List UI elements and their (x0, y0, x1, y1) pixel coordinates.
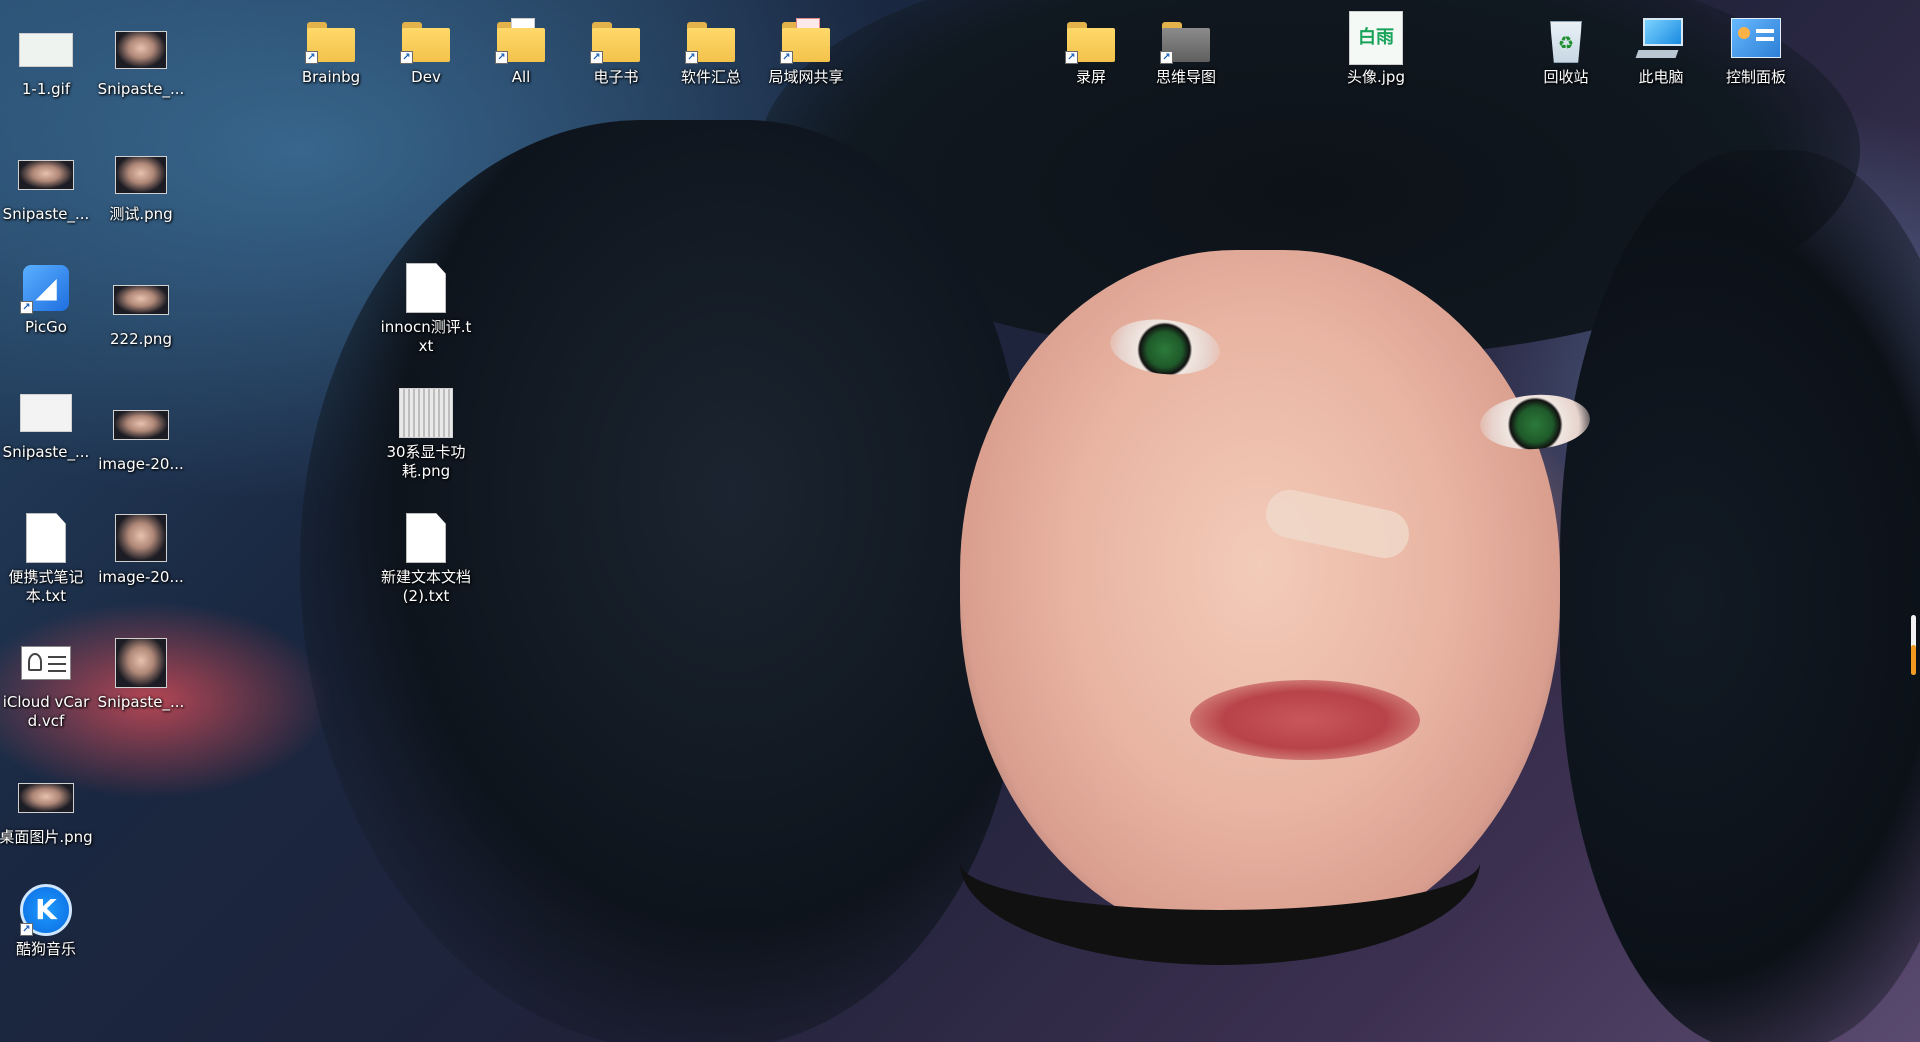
desktop-icon-test-png[interactable]: 测试.png (94, 147, 188, 224)
desktop-icon-1-1-gif[interactable]: 1-1.gif (0, 22, 93, 99)
image-thumbnail-icon (115, 638, 167, 688)
shortcut-arrow-icon: ↗ (685, 51, 698, 64)
desktop-icon-label: 此电脑 (1638, 68, 1684, 86)
wallpaper-shape (960, 760, 1480, 965)
image-thumbnail-icon: 白雨 (1349, 11, 1403, 65)
desktop-icon-new-text-doc[interactable]: 新建文本文档 (2).txt (379, 510, 473, 606)
image-thumbnail-icon (113, 285, 169, 315)
desktop-icon-control-panel[interactable]: 控制面板 (1709, 10, 1803, 87)
desktop-icon-label: Snipaste_... (2, 205, 90, 223)
desktop-icon-lan-share[interactable]: ↗ 局域网共享 (759, 10, 853, 87)
desktop-icon-label: 局域网共享 (768, 68, 844, 86)
desktop-icon-label: 桌面图片.png (0, 828, 93, 846)
desktop-icon-label: Snipaste_... (97, 80, 185, 98)
desktop-icon-label: 新建文本文档 (2).txt (380, 568, 471, 605)
gif-image-icon (19, 33, 73, 67)
shortcut-arrow-icon: ↗ (400, 51, 413, 64)
image-thumbnail-icon (18, 160, 74, 190)
shortcut-arrow-icon: ↗ (1160, 51, 1173, 64)
desktop-icon-mind-map[interactable]: ↗ 思维导图 (1139, 10, 1233, 87)
desktop-icon-label: 1-1.gif (21, 80, 71, 98)
desktop-icon-label: Snipaste_... (97, 693, 185, 711)
desktop-icon-label: Dev (411, 68, 441, 86)
wallpaper-shape (1261, 485, 1414, 563)
document-thumbnail-icon (20, 394, 72, 432)
image-thumbnail-icon (18, 783, 74, 813)
desktop-icon-snipaste-1[interactable]: Snipaste_... (94, 22, 188, 99)
desktop-icon-icloud-vcard[interactable]: iCloud vCard.vcf (0, 635, 93, 731)
desktop-icon-label: image-20... (98, 568, 184, 586)
desktop-icon-notebook-txt[interactable]: 便携式笔记本.txt (0, 510, 93, 606)
desktop-icon-desktop-png[interactable]: 桌面图片.png (0, 770, 93, 847)
desktop-icon-label: 222.png (110, 330, 172, 348)
desktop-icon-label: 思维导图 (1155, 68, 1216, 86)
edge-scroll-indicator[interactable] (1911, 615, 1916, 675)
desktop-icon-label: 酷狗音乐 (15, 940, 76, 958)
image-thumbnail-icon (115, 156, 167, 194)
wallpaper-shape (1478, 391, 1592, 453)
desktop-icon-recycle-bin[interactable]: ♻ 回收站 (1519, 10, 1613, 87)
desktop-icon-snipaste-4[interactable]: Snipaste_... (94, 635, 188, 712)
shortcut-arrow-icon: ↗ (590, 51, 603, 64)
this-pc-icon (1635, 14, 1687, 62)
desktop-icon-snipaste-3[interactable]: Snipaste_... (0, 385, 93, 462)
desktop-icon-screen-record[interactable]: ↗ 录屏 (1044, 10, 1138, 87)
wallpaper-shape (1190, 680, 1420, 760)
text-file-icon (26, 513, 66, 563)
desktop-icon-label: 录屏 (1075, 68, 1106, 86)
shortcut-arrow-icon: ↗ (20, 301, 33, 314)
shortcut-arrow-icon: ↗ (1065, 51, 1078, 64)
recycle-bin-icon: ♻ (1544, 13, 1588, 63)
desktop-icon-label: Snipaste_... (2, 443, 90, 461)
vcard-icon (21, 646, 71, 680)
desktop-icon-label: 控制面板 (1725, 68, 1786, 86)
desktop-icon-label: 便携式笔记本.txt (8, 568, 84, 605)
desktop-icon-label: All (511, 68, 531, 86)
shortcut-arrow-icon: ↗ (780, 51, 793, 64)
desktop-icon-image-20-2[interactable]: image-20... (94, 510, 188, 587)
desktop-icon-picgo[interactable]: ◢ ↗ PicGo (0, 260, 93, 337)
shortcut-arrow-icon: ↗ (495, 51, 508, 64)
desktop-icon-snipaste-2[interactable]: Snipaste_... (0, 147, 93, 224)
desktop-icon-label: 软件汇总 (680, 68, 741, 86)
desktop-icon-kugou[interactable]: K ↗ 酷狗音乐 (0, 882, 93, 959)
wallpaper-shape (1560, 150, 1920, 1042)
desktop-icon-innocn-txt[interactable]: innocn测评.txt (379, 260, 473, 356)
desktop-icon-222-png[interactable]: 222.png (94, 272, 188, 349)
desktop-icon-label: 回收站 (1543, 68, 1589, 86)
desktop-icon-label: 头像.jpg (1347, 68, 1405, 86)
wallpaper-shape (1107, 314, 1223, 380)
desktop-icon-label: PicGo (25, 318, 67, 336)
desktop-icon-label: 30系显卡功耗.png (386, 443, 466, 480)
desktop-icon-this-pc[interactable]: 此电脑 (1614, 10, 1708, 87)
desktop-icon-label: innocn测评.txt (380, 318, 472, 355)
text-file-icon (406, 263, 446, 313)
desktop-icon-brainbg[interactable]: ↗ Brainbg (284, 10, 378, 87)
image-thumbnail-icon (399, 388, 453, 438)
desktop-icon-label: Brainbg (301, 68, 361, 86)
control-panel-icon (1731, 18, 1781, 58)
wallpaper-shape (960, 250, 1560, 950)
desktop-icon-software[interactable]: ↗ 软件汇总 (664, 10, 758, 87)
desktop-icon-label: iCloud vCard.vcf (2, 693, 90, 730)
image-thumbnail-icon (113, 410, 169, 440)
desktop-icon-label: 电子书 (593, 68, 639, 86)
desktop-icon-avatar-jpg[interactable]: 白雨 头像.jpg (1329, 10, 1423, 87)
desktop-icon-all[interactable]: ↗ All (474, 10, 568, 87)
desktop-icon-gpu-power-png[interactable]: 30系显卡功耗.png (379, 385, 473, 481)
desktop-icon-dev[interactable]: ↗ Dev (379, 10, 473, 87)
shortcut-arrow-icon: ↗ (305, 51, 318, 64)
text-file-icon (406, 513, 446, 563)
image-thumbnail-icon (115, 31, 167, 69)
desktop-icon-label: image-20... (98, 455, 184, 473)
shortcut-arrow-icon: ↗ (20, 923, 33, 936)
desktop-icon-image-20-1[interactable]: image-20... (94, 397, 188, 474)
desktop[interactable]: 1-1.gif Snipaste_... ◢ ↗ PicGo Snipaste_.… (0, 0, 1920, 1042)
image-thumbnail-icon (115, 514, 167, 562)
desktop-icon-ebooks[interactable]: ↗ 电子书 (569, 10, 663, 87)
desktop-icon-label: 测试.png (109, 205, 173, 223)
